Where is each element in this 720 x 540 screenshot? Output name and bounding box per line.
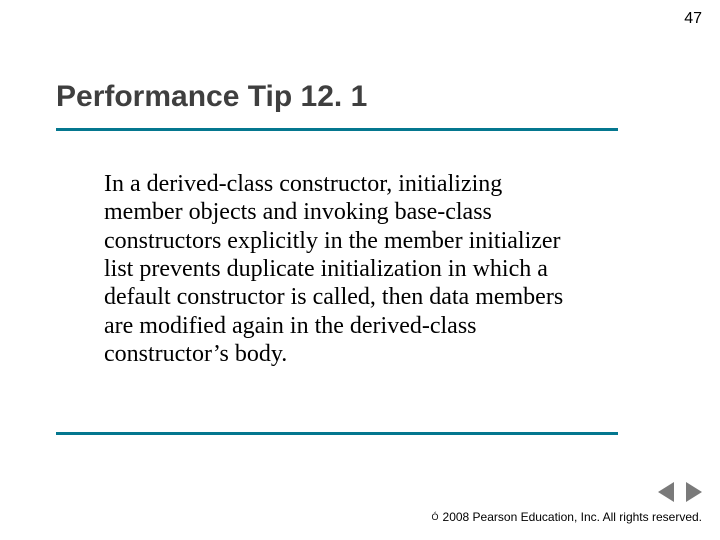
slide: 47 Performance Tip 12. 1 In a derived-cl… [0, 0, 720, 540]
slide-title: Performance Tip 12. 1 [56, 80, 367, 114]
bottom-rule [56, 432, 618, 435]
title-underline [56, 128, 618, 131]
next-slide-button[interactable] [686, 482, 702, 502]
copyright-symbol: Ó [432, 512, 439, 522]
nav-controls [658, 482, 702, 502]
body-paragraph: In a derived-class constructor, initiali… [104, 170, 582, 368]
prev-slide-button[interactable] [658, 482, 674, 502]
page-number: 47 [684, 10, 702, 28]
copyright-line: Ó 2008 Pearson Education, Inc. All rights… [432, 510, 703, 524]
copyright-text: 2008 Pearson Education, Inc. All rights … [443, 510, 702, 524]
